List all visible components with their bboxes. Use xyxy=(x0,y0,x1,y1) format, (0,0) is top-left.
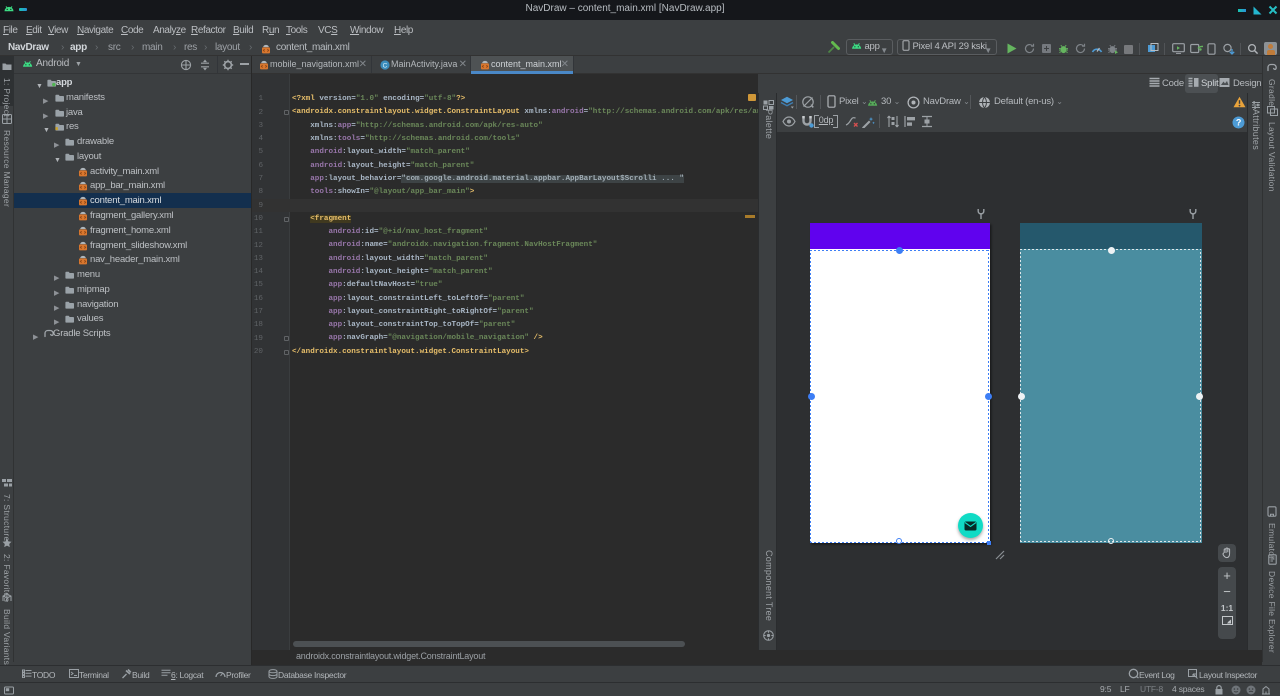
svg-text:?: ? xyxy=(1236,118,1241,128)
svg-text:C: C xyxy=(383,62,388,69)
